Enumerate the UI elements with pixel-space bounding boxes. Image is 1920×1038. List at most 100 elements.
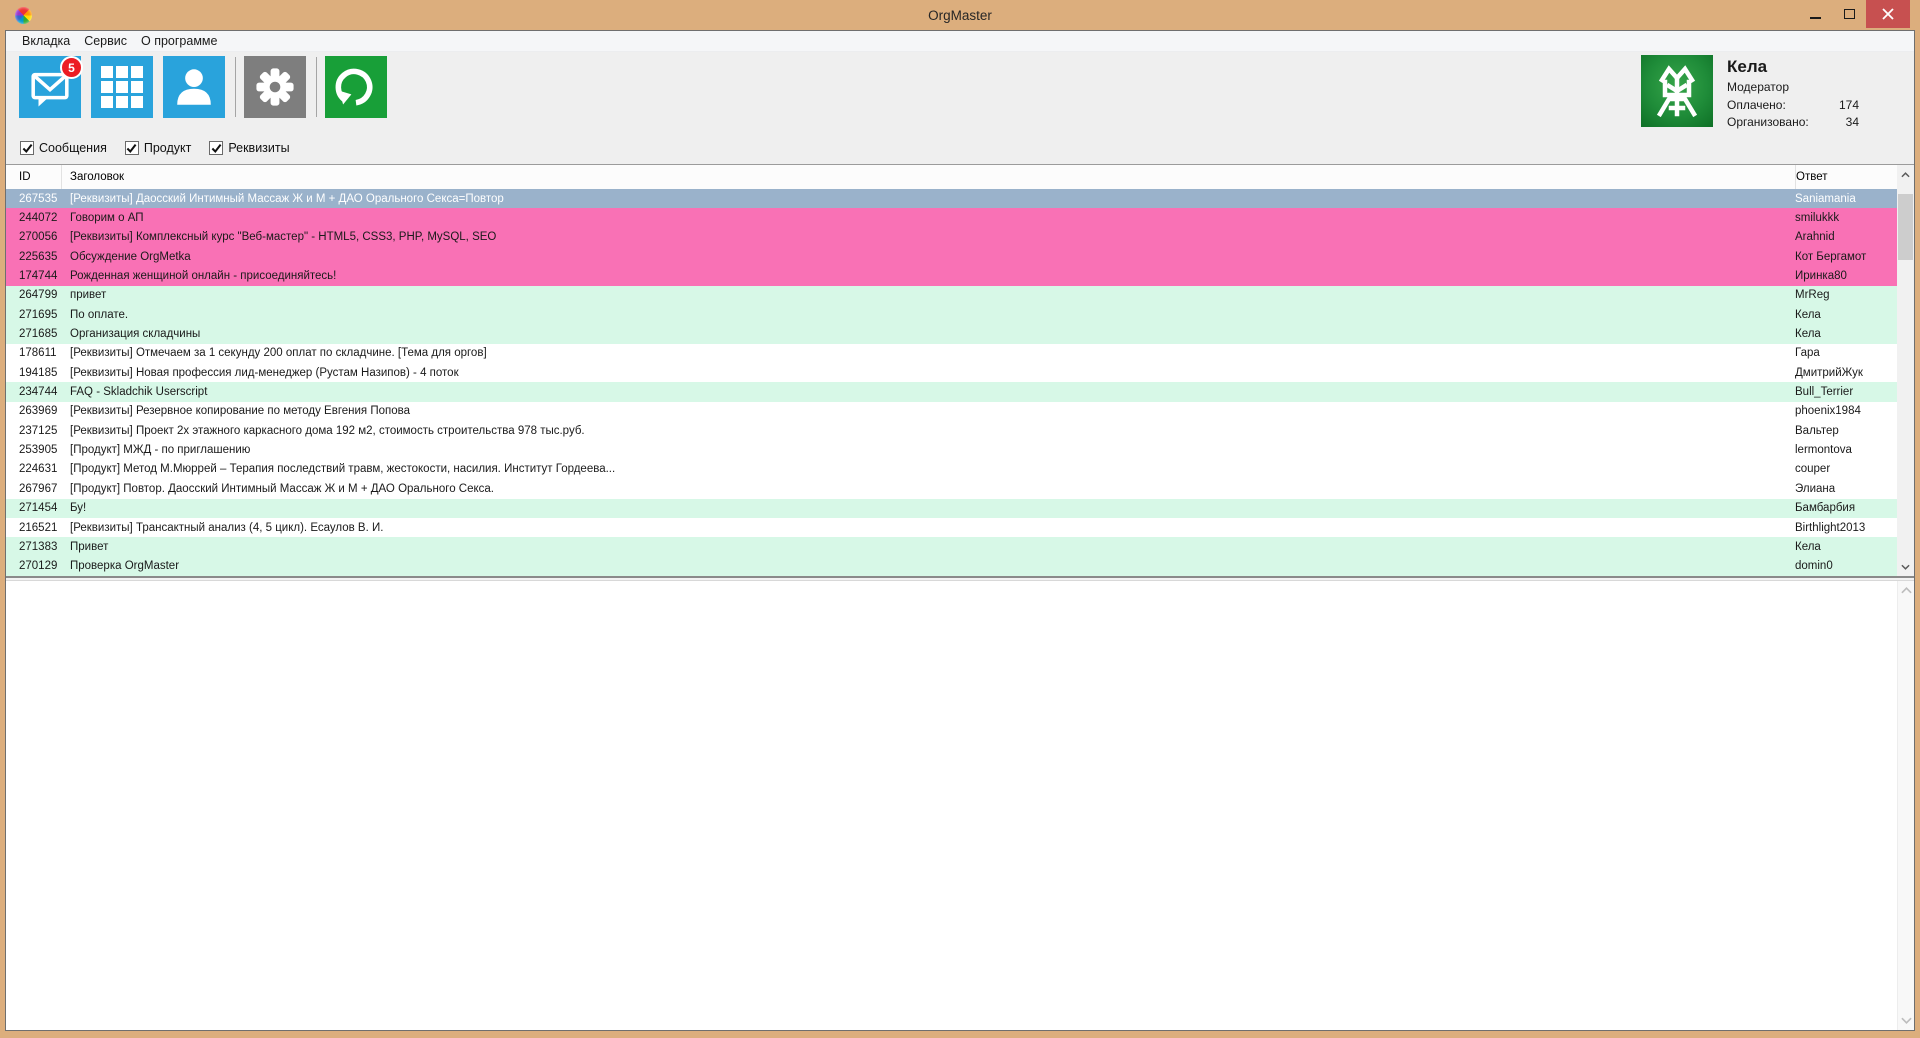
scrollbar-thumb[interactable] — [1898, 194, 1913, 260]
cell-id: 224631 — [19, 463, 58, 476]
cell-answer: Иринка80 — [1795, 270, 1847, 283]
unread-badge: 5 — [60, 56, 83, 79]
cell-id: 267535 — [19, 192, 58, 205]
table-row[interactable]: 271695 По оплате. Кела — [6, 305, 1897, 325]
table-row[interactable]: 271685 Организация складчины Кела — [6, 324, 1897, 344]
maximize-button[interactable] — [1832, 0, 1866, 28]
cell-title: [Реквизиты] Трансактный анализ (4, 5 цик… — [70, 521, 384, 534]
scroll-down-button[interactable] — [1897, 558, 1914, 575]
chevron-down-icon — [1901, 564, 1910, 570]
cell-title: Говорим о АП — [70, 212, 144, 225]
close-button[interactable] — [1866, 0, 1910, 28]
scroll-up-button[interactable] — [1897, 166, 1914, 183]
chevron-up-icon — [1900, 587, 1912, 594]
table-row[interactable]: 263969 [Реквизиты] Резервное копирование … — [6, 401, 1897, 422]
cell-title: [Продукт] Повтор. Даосский Интимный Масс… — [70, 482, 494, 495]
grid-icon — [101, 66, 143, 108]
cell-id: 270056 — [19, 231, 58, 244]
table-row[interactable]: 267967 [Продукт] Повтор. Даосский Интимны… — [6, 479, 1897, 499]
cell-id: 174744 — [19, 270, 58, 283]
cell-title: Привет — [70, 540, 109, 553]
cell-answer: Arahnid — [1795, 231, 1835, 244]
scroll-down-button[interactable] — [1898, 1012, 1914, 1029]
cell-answer: Кот Бергамот — [1795, 250, 1867, 263]
cell-title: По оплате. — [70, 308, 129, 321]
table-row[interactable]: 271454 Бу! Бамбарбия — [6, 498, 1897, 518]
filter-messages[interactable]: Сообщения — [20, 141, 107, 155]
menu-item-service[interactable]: Сервис — [77, 32, 134, 50]
cell-title: [Реквизиты] Проект 2х этажного каркасног… — [70, 424, 585, 437]
cell-answer: lermontova — [1795, 444, 1852, 457]
cell-answer: Бамбарбия — [1795, 502, 1856, 515]
table-row[interactable]: 270129 Проверка OrgMaster domin0 — [6, 556, 1897, 576]
table-row[interactable]: 264799 привет MrReg — [6, 285, 1897, 306]
table-row[interactable]: 267535 [Реквизиты] Даосский Интимный Масс… — [6, 189, 1897, 209]
table-row[interactable]: 225635 Обсуждение OrgMetka Кот Бергамот — [6, 247, 1897, 267]
cell-answer: domin0 — [1795, 560, 1833, 573]
messages-button[interactable]: 5 — [19, 56, 83, 118]
menubar: Вкладка Сервис О программе — [6, 31, 1914, 52]
cell-answer: Bull_Terrier — [1795, 386, 1854, 399]
scroll-up-button[interactable] — [1898, 582, 1914, 599]
cell-answer: Кела — [1795, 540, 1821, 553]
cell-answer: MrReg — [1795, 289, 1830, 302]
user-name: Кела — [1727, 57, 1768, 76]
cell-title: Обсуждение OrgMetka — [70, 250, 191, 263]
users-button[interactable] — [163, 56, 225, 118]
cell-title: Бу! — [70, 502, 87, 515]
grid-button[interactable] — [91, 56, 153, 118]
organized-label: Организовано: — [1727, 115, 1809, 129]
table-row[interactable]: 244072 Говорим о АП smilukkk — [6, 208, 1897, 228]
filter-product[interactable]: Продукт — [124, 141, 191, 155]
cell-id: 263969 — [19, 405, 58, 418]
cell-title: Организация складчины — [70, 328, 201, 341]
menu-item-tab[interactable]: Вкладка — [15, 32, 77, 50]
table-row[interactable]: 194185 [Реквизиты] Новая профессия лид-ме… — [6, 363, 1897, 383]
cell-answer: ДмитрийЖук — [1795, 366, 1863, 379]
toolbar: 5 Кела Модератор Оплачено: 174 Организов… — [6, 52, 1914, 132]
cell-answer: Элиана — [1795, 482, 1836, 495]
cell-title: Проверка OrgMaster — [70, 560, 180, 573]
table-row[interactable]: 224631 [Продукт] Метод М.Мюррей – Терапия… — [6, 459, 1897, 480]
cell-title: FAQ - Skladchik Userscript — [70, 386, 208, 399]
menu-item-about[interactable]: О программе — [134, 32, 224, 50]
cell-answer: smilukkk — [1795, 212, 1840, 225]
minimize-button[interactable] — [1798, 0, 1832, 28]
cell-id: 237125 — [19, 424, 58, 437]
column-header-answer[interactable]: Ответ — [1795, 165, 1897, 189]
window-content: Вкладка Сервис О программе 5 Кела Модера… — [5, 30, 1915, 1031]
cell-id: 271383 — [19, 540, 58, 553]
settings-button[interactable] — [244, 56, 306, 118]
table-row[interactable]: 237125 [Реквизиты] Проект 2х этажного кар… — [6, 421, 1897, 441]
cell-answer: Вальтер — [1795, 424, 1839, 437]
table-row[interactable]: 271383 Привет Кела — [6, 537, 1897, 557]
cell-title: [Реквизиты] Комплексный курс "Веб-мастер… — [70, 231, 497, 244]
user-icon — [177, 69, 211, 105]
org-logo-icon — [1641, 55, 1713, 127]
maximize-icon — [1843, 9, 1855, 19]
table-row[interactable]: 174744 Рожденная женщиной онлайн - присое… — [6, 266, 1897, 286]
organized-value: 34 — [1845, 115, 1859, 129]
paid-value: 174 — [1838, 98, 1859, 112]
cell-answer: Гара — [1795, 347, 1820, 360]
detail-scrollbar[interactable] — [1897, 581, 1914, 1030]
cell-title: привет — [70, 289, 107, 302]
table-row[interactable]: 216521 [Реквизиты] Трансактный анализ (4,… — [6, 517, 1897, 538]
filter-requisites[interactable]: Реквизиты — [209, 141, 290, 155]
table-scrollbar[interactable] — [1897, 165, 1914, 576]
checkbox-checked-icon — [209, 141, 224, 155]
cell-title: [Реквизиты] Резервное копирование по мет… — [70, 405, 411, 418]
table-row[interactable]: 178611 [Реквизиты] Отмечаем за 1 секунду … — [6, 343, 1897, 364]
titlebar[interactable]: OrgMaster — [5, 0, 1915, 30]
table-row[interactable]: 253905 [Продукт] МЖД - по приглашению lerm… — [6, 440, 1897, 460]
close-icon — [1882, 8, 1894, 20]
cell-id: 267967 — [19, 482, 58, 495]
user-panel: Кела Модератор Оплачено: 174 Организован… — [1641, 55, 1859, 132]
table-row[interactable]: 234744 FAQ - Skladchik Userscript Bull_Ter… — [6, 382, 1897, 402]
refresh-button[interactable] — [325, 56, 387, 118]
table-row[interactable]: 270056 [Реквизиты] Комплексный курс "Веб-… — [6, 227, 1897, 248]
column-header-id[interactable]: ID — [6, 165, 62, 189]
cell-title: [Реквизиты] Даосский Интимный Массаж Ж и… — [70, 192, 504, 205]
column-header-title[interactable]: Заголовок — [62, 171, 1795, 183]
cell-id: 270129 — [19, 560, 58, 573]
